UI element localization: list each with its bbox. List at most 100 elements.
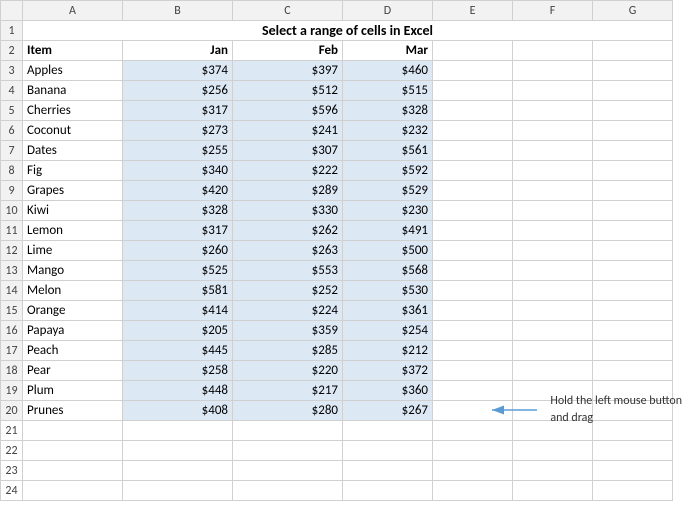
col-header-g[interactable]: G (593, 1, 673, 21)
cell-feb[interactable]: $263 (233, 241, 343, 261)
cell-item[interactable]: Fig (23, 161, 123, 181)
cell-e-6 (433, 121, 513, 141)
cell-mar[interactable]: $529 (343, 181, 433, 201)
cell-mar[interactable]: $328 (343, 101, 433, 121)
cell-jan[interactable]: $420 (123, 181, 233, 201)
cell-feb[interactable]: $224 (233, 301, 343, 321)
cell-mar[interactable]: $568 (343, 261, 433, 281)
cell-feb[interactable]: $596 (233, 101, 343, 121)
cell-mar[interactable]: $360 (343, 381, 433, 401)
cell-mar[interactable]: $491 (343, 221, 433, 241)
empty-cell-23-6 (593, 461, 673, 481)
cell-item[interactable]: Banana (23, 81, 123, 101)
cell-mar[interactable]: $372 (343, 361, 433, 381)
cell-item[interactable]: Mango (23, 261, 123, 281)
annotation-text: Hold the left mouse buttonand drag (550, 393, 682, 427)
cell-jan[interactable]: $255 (123, 141, 233, 161)
cell-g-15 (593, 301, 673, 321)
cell-item[interactable]: Lemon (23, 221, 123, 241)
cell-feb[interactable]: $397 (233, 61, 343, 81)
cell-feb[interactable]: $307 (233, 141, 343, 161)
cell-item[interactable]: Coconut (23, 121, 123, 141)
col-header-d[interactable]: D (343, 1, 433, 21)
cell-jan[interactable]: $258 (123, 361, 233, 381)
cell-mar[interactable]: $230 (343, 201, 433, 221)
cell-f-4 (513, 81, 593, 101)
rownum-20: 20 (1, 401, 23, 421)
cell-item[interactable]: Kiwi (23, 201, 123, 221)
cell-jan[interactable]: $525 (123, 261, 233, 281)
col-header-a[interactable]: A (23, 1, 123, 21)
cell-jan[interactable]: $445 (123, 341, 233, 361)
cell-e-13 (433, 261, 513, 281)
cell-jan[interactable]: $317 (123, 101, 233, 121)
cell-mar[interactable]: $592 (343, 161, 433, 181)
cell-jan[interactable]: $205 (123, 321, 233, 341)
cell-feb[interactable]: $262 (233, 221, 343, 241)
cell-jan[interactable]: $256 (123, 81, 233, 101)
cell-item[interactable]: Pear (23, 361, 123, 381)
cell-item[interactable]: Cherries (23, 101, 123, 121)
cell-item[interactable]: Peach (23, 341, 123, 361)
cell-jan[interactable]: $374 (123, 61, 233, 81)
cell-feb[interactable]: $280 (233, 401, 343, 421)
cell-feb[interactable]: $285 (233, 341, 343, 361)
rownum-12: 12 (1, 241, 23, 261)
cell-item[interactable]: Grapes (23, 181, 123, 201)
cell-item[interactable]: Prunes (23, 401, 123, 421)
cell-mar[interactable]: $561 (343, 141, 433, 161)
col-header-e[interactable]: E (433, 1, 513, 21)
col-header-c[interactable]: C (233, 1, 343, 21)
cell-item[interactable]: Orange (23, 301, 123, 321)
row2-e (433, 41, 513, 61)
cell-feb[interactable]: $217 (233, 381, 343, 401)
row-14: 14Melon$581$252$530 (1, 281, 673, 301)
cell-jan[interactable]: $408 (123, 401, 233, 421)
cell-jan[interactable]: $448 (123, 381, 233, 401)
col-header-b[interactable]: B (123, 1, 233, 21)
cell-item[interactable]: Melon (23, 281, 123, 301)
cell-item[interactable]: Papaya (23, 321, 123, 341)
cell-feb[interactable]: $330 (233, 201, 343, 221)
cell-item[interactable]: Apples (23, 61, 123, 81)
cell-mar[interactable]: $254 (343, 321, 433, 341)
cell-mar[interactable]: $212 (343, 341, 433, 361)
cell-feb[interactable]: $512 (233, 81, 343, 101)
cell-jan[interactable]: $414 (123, 301, 233, 321)
cell-item[interactable]: Dates (23, 141, 123, 161)
cell-mar[interactable]: $232 (343, 121, 433, 141)
empty-cell-21-3 (343, 421, 433, 441)
rownum-6: 6 (1, 121, 23, 141)
cell-feb[interactable]: $252 (233, 281, 343, 301)
header-mar: Mar (343, 41, 433, 61)
cell-jan[interactable]: $328 (123, 201, 233, 221)
rownum-3: 3 (1, 61, 23, 81)
cell-jan[interactable]: $273 (123, 121, 233, 141)
header-jan: Jan (123, 41, 233, 61)
empty-cell-22-4 (433, 441, 513, 461)
cell-item[interactable]: Plum (23, 381, 123, 401)
cell-mar[interactable]: $530 (343, 281, 433, 301)
cell-feb[interactable]: $359 (233, 321, 343, 341)
cell-mar[interactable]: $500 (343, 241, 433, 261)
cell-mar[interactable]: $267 (343, 401, 433, 421)
cell-mar[interactable]: $361 (343, 301, 433, 321)
cell-item[interactable]: Lime (23, 241, 123, 261)
cell-feb[interactable]: $222 (233, 161, 343, 181)
cell-f-12 (513, 241, 593, 261)
cell-feb[interactable]: $289 (233, 181, 343, 201)
rownum-5: 5 (1, 101, 23, 121)
cell-feb[interactable]: $553 (233, 261, 343, 281)
empty-cell-23-2 (233, 461, 343, 481)
cell-mar[interactable]: $460 (343, 61, 433, 81)
cell-mar[interactable]: $515 (343, 81, 433, 101)
cell-f-15 (513, 301, 593, 321)
cell-jan[interactable]: $317 (123, 221, 233, 241)
cell-e-17 (433, 341, 513, 361)
cell-jan[interactable]: $581 (123, 281, 233, 301)
cell-feb[interactable]: $241 (233, 121, 343, 141)
col-header-f[interactable]: F (513, 1, 593, 21)
cell-jan[interactable]: $340 (123, 161, 233, 181)
cell-jan[interactable]: $260 (123, 241, 233, 261)
cell-feb[interactable]: $220 (233, 361, 343, 381)
